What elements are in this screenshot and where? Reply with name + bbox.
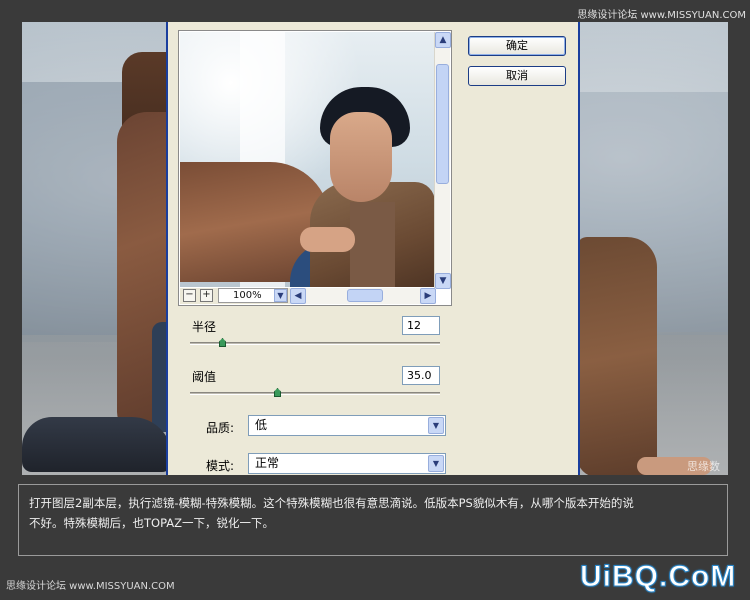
watermark-bottom: 思缘设计论坛 www.MISSYUAN.COM bbox=[6, 581, 175, 592]
preview-zoom-bar: − + 100% ▼ ◀ ▶ bbox=[180, 288, 436, 304]
mode-label: 模式: bbox=[206, 459, 235, 473]
watermark-top: 思缘设计论坛 www.MISSYUAN.COM bbox=[577, 10, 746, 21]
radius-slider-track[interactable] bbox=[190, 342, 440, 345]
site-logo: UiBQ.CoM bbox=[579, 560, 737, 594]
radius-input[interactable]: 12 bbox=[402, 316, 440, 335]
cancel-button[interactable]: 取消 bbox=[468, 66, 566, 86]
threshold-slider-thumb[interactable] bbox=[274, 388, 281, 397]
zoom-in-button[interactable]: + bbox=[200, 289, 213, 302]
scroll-left-icon[interactable]: ◀ bbox=[290, 288, 306, 304]
woman-shoe bbox=[22, 417, 172, 472]
mode-select[interactable]: 正常 ▼ bbox=[248, 453, 446, 474]
threshold-input[interactable]: 35.0 bbox=[402, 366, 440, 385]
preview-face bbox=[330, 112, 392, 202]
preview-frame: ▲ ▼ − + 100% ▼ ◀ ▶ bbox=[178, 30, 452, 306]
scroll-up-icon[interactable]: ▲ bbox=[435, 32, 451, 48]
preview-vertical-scrollbar[interactable]: ▲ ▼ bbox=[434, 32, 451, 289]
ok-button[interactable]: 确定 bbox=[468, 36, 566, 56]
caption-line-2: 不好。特殊模糊后，也TOPAZ一下，锐化一下。 bbox=[29, 516, 275, 530]
preview-horizontal-scrollbar[interactable]: ◀ ▶ bbox=[290, 288, 436, 304]
photo-watermark: 思缘数码 bbox=[687, 460, 720, 473]
preview-image[interactable] bbox=[180, 32, 435, 287]
radius-slider-thumb[interactable] bbox=[219, 338, 226, 347]
horizontal-scroll-thumb[interactable] bbox=[347, 289, 383, 302]
zoom-out-button[interactable]: − bbox=[183, 289, 196, 302]
preview-hand bbox=[300, 227, 355, 252]
special-blur-dialog: ▲ ▼ − + 100% ▼ ◀ ▶ 确定 取消 半径 12 阈值 35.0 品… bbox=[166, 22, 580, 475]
man-arm bbox=[577, 237, 657, 475]
quality-selected-value: 低 bbox=[255, 418, 268, 432]
quality-select[interactable]: 低 ▼ bbox=[248, 415, 446, 436]
caption-line-1: 打开图层2副本层，执行滤镜-模糊-特殊模糊。这个特殊模糊也很有意思滴说。低版本P… bbox=[29, 496, 634, 510]
quality-label: 品质: bbox=[206, 421, 235, 435]
scroll-down-icon[interactable]: ▼ bbox=[435, 273, 451, 289]
chevron-down-icon[interactable]: ▼ bbox=[428, 455, 444, 472]
zoom-dropdown-icon[interactable]: ▼ bbox=[274, 289, 287, 302]
radius-label: 半径 bbox=[192, 320, 217, 334]
chevron-down-icon[interactable]: ▼ bbox=[428, 417, 444, 434]
scroll-right-icon[interactable]: ▶ bbox=[420, 288, 436, 304]
vertical-scroll-thumb[interactable] bbox=[436, 64, 449, 184]
threshold-label: 阈值 bbox=[192, 370, 217, 384]
mode-selected-value: 正常 bbox=[255, 456, 280, 470]
threshold-slider-track[interactable] bbox=[190, 392, 440, 395]
preview-shirt bbox=[350, 202, 395, 287]
caption-box: 打开图层2副本层，执行滤镜-模糊-特殊模糊。这个特殊模糊也很有意思滴说。低版本P… bbox=[18, 484, 728, 556]
